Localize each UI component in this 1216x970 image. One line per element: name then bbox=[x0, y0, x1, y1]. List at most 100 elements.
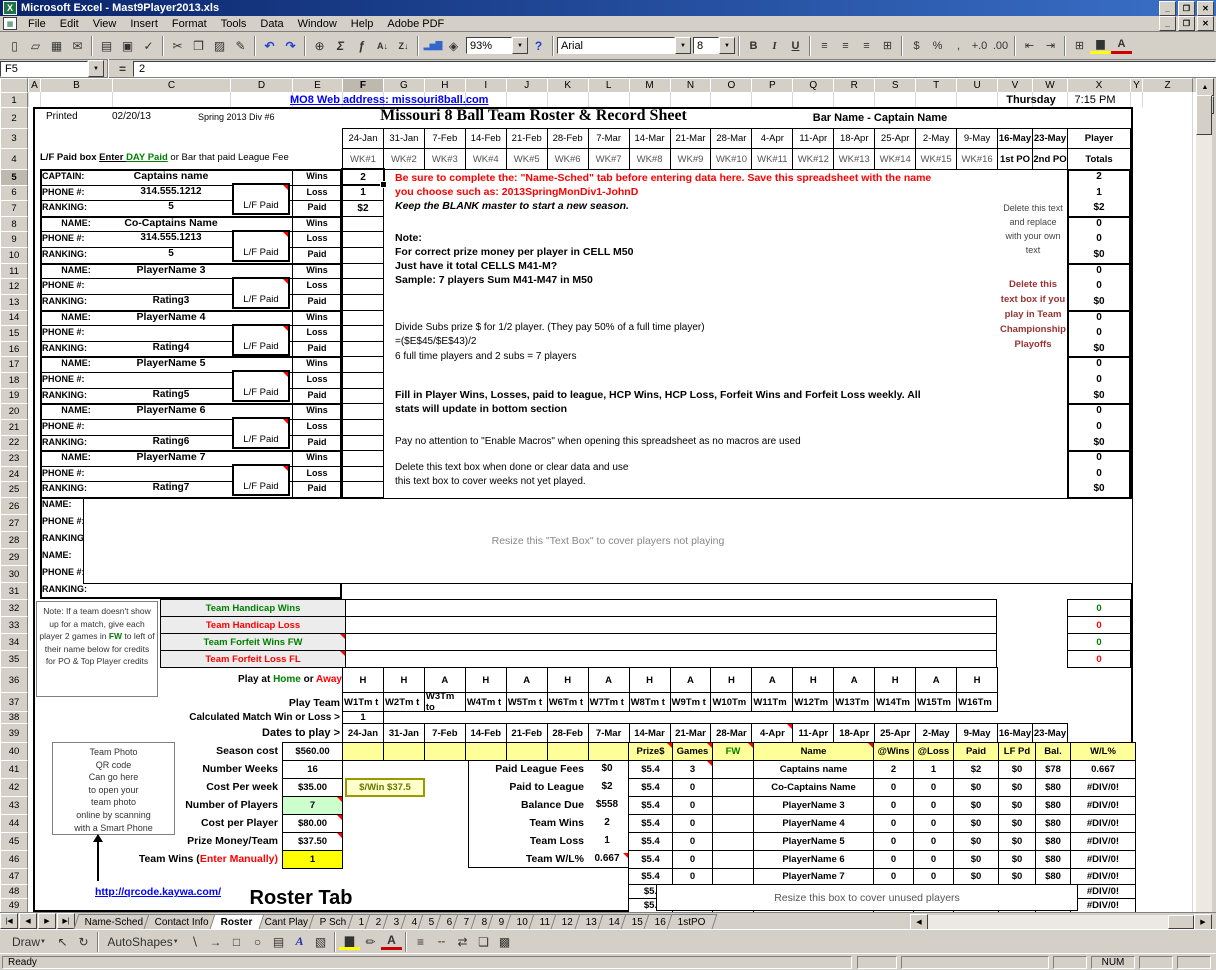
roster-table-cell[interactable] bbox=[712, 760, 754, 779]
sheet-tab-1stpo[interactable]: 1stPO bbox=[667, 914, 718, 929]
roster-table-cell[interactable]: 0 bbox=[913, 796, 954, 815]
column-header-J[interactable]: J bbox=[506, 78, 548, 93]
play-team-cell[interactable]: W11Tm bbox=[751, 692, 793, 712]
row-header-21[interactable]: 21 bbox=[0, 419, 28, 436]
column-header-Q[interactable]: Q bbox=[792, 78, 834, 93]
roster-table-cell[interactable]: $0 bbox=[998, 814, 1036, 833]
column-header-G[interactable]: G bbox=[383, 78, 425, 93]
autoshapes-menu-button[interactable]: AutoShapes▼ bbox=[102, 932, 184, 952]
games-week-cell[interactable] bbox=[342, 742, 384, 761]
roster-table-cell[interactable]: 0 bbox=[913, 778, 954, 797]
roster-table-cell[interactable]: $0 bbox=[953, 778, 999, 797]
home-away-cell[interactable]: H bbox=[874, 667, 916, 693]
lf-paid-box[interactable]: L/F Paid bbox=[232, 230, 290, 262]
week-entry-cell[interactable] bbox=[342, 388, 384, 405]
last-sheet-button[interactable]: ▶| bbox=[57, 913, 75, 929]
week-entry-cell[interactable] bbox=[342, 356, 384, 373]
games-week-cell[interactable] bbox=[465, 742, 507, 761]
row-header-13[interactable]: 13 bbox=[0, 294, 28, 311]
roster-table-cell[interactable]: $80 bbox=[1035, 796, 1071, 815]
row-header-45[interactable]: 45 bbox=[0, 832, 28, 851]
roster-table-cell[interactable]: Co-Captains Name bbox=[753, 778, 874, 797]
home-away-cell[interactable]: A bbox=[506, 667, 548, 693]
open-icon[interactable]: ▱ bbox=[25, 36, 46, 56]
week-entry-cell[interactable] bbox=[342, 481, 384, 498]
roster-table-cell[interactable]: $78 bbox=[1035, 760, 1071, 779]
cost-value-cell[interactable]: $560.00 bbox=[282, 742, 343, 761]
roster-table-cell[interactable]: $5.4 bbox=[628, 868, 673, 885]
selected-cell-F5[interactable] bbox=[341, 168, 385, 186]
roster-table-cell[interactable]: $0 bbox=[953, 868, 999, 885]
column-header-D[interactable]: D bbox=[230, 78, 293, 93]
row-header-5[interactable]: 5 bbox=[0, 169, 28, 186]
text-box-icon[interactable]: ▤ bbox=[268, 932, 289, 952]
roster-table-cell[interactable]: $2 bbox=[953, 760, 999, 779]
vertical-scrollbar[interactable]: ▲▼ bbox=[1196, 78, 1212, 912]
play-team-cell[interactable]: W5Tm t bbox=[506, 692, 548, 712]
menu-data[interactable]: Data bbox=[253, 17, 290, 31]
hyperlink-icon[interactable]: ⊕ bbox=[309, 36, 330, 56]
chart-wizard-icon[interactable]: ▂▅▇ bbox=[422, 36, 443, 56]
column-header-T[interactable]: T bbox=[915, 78, 957, 93]
currency-style-button[interactable]: $ bbox=[906, 36, 927, 56]
team-stat-strip[interactable] bbox=[345, 616, 997, 634]
row-header-20[interactable]: 20 bbox=[0, 403, 28, 420]
arrow-style-icon[interactable]: ⇄ bbox=[452, 932, 473, 952]
row-header-35[interactable]: 35 bbox=[0, 650, 28, 668]
home-away-cell[interactable]: A bbox=[833, 667, 875, 693]
week-entry-cell[interactable] bbox=[342, 216, 384, 233]
row-header-7[interactable]: 7 bbox=[0, 200, 28, 217]
roster-table-cell[interactable]: 0 bbox=[873, 832, 914, 851]
week-entry-cell[interactable] bbox=[342, 278, 384, 295]
scroll-up-button[interactable]: ▲ bbox=[1196, 78, 1214, 96]
roster-table-cell[interactable]: $0 bbox=[953, 796, 999, 815]
oval-icon[interactable]: ○ bbox=[247, 932, 268, 952]
horizontal-scrollbar[interactable]: ◀▶ bbox=[910, 914, 1212, 929]
new-icon[interactable]: ▯ bbox=[4, 36, 25, 56]
underline-button[interactable]: U bbox=[785, 36, 806, 56]
play-team-cell[interactable]: W7Tm t bbox=[588, 692, 630, 712]
week-entry-cell[interactable] bbox=[342, 372, 384, 389]
cut-icon[interactable]: ✂ bbox=[167, 36, 188, 56]
week-entry-cell[interactable] bbox=[342, 310, 384, 327]
week-entry-cell[interactable] bbox=[342, 231, 384, 248]
paste-function-icon[interactable]: ƒ bbox=[351, 36, 372, 56]
row-header-30[interactable]: 30 bbox=[0, 565, 28, 583]
menu-edit[interactable]: Edit bbox=[53, 17, 86, 31]
sort-ascending-icon[interactable]: A↓ bbox=[372, 36, 393, 56]
name-box-dropdown-icon[interactable]: ▼ bbox=[88, 60, 104, 77]
roster-table-cell[interactable]: $80 bbox=[1035, 832, 1071, 851]
arrow-icon[interactable]: → bbox=[205, 932, 226, 952]
formula-input[interactable]: 2 bbox=[133, 61, 1216, 77]
row-header-8[interactable]: 8 bbox=[0, 216, 28, 233]
row-header-49[interactable]: 49 bbox=[0, 898, 28, 913]
games-week-cell[interactable] bbox=[383, 742, 425, 761]
drawing-icon[interactable]: ◈ bbox=[443, 36, 464, 56]
play-team-cell[interactable]: W14Tm bbox=[874, 692, 916, 712]
undo-icon[interactable]: ↶ bbox=[259, 36, 280, 56]
row-header-48[interactable]: 48 bbox=[0, 884, 28, 899]
dash-style-icon[interactable]: ╌ bbox=[431, 932, 452, 952]
column-header-R[interactable]: R bbox=[833, 78, 875, 93]
row-header-11[interactable]: 11 bbox=[0, 263, 28, 280]
row-header-44[interactable]: 44 bbox=[0, 814, 28, 833]
line-style-icon[interactable]: ≡ bbox=[410, 932, 431, 952]
row-header-3[interactable]: 3 bbox=[0, 128, 28, 149]
vscroll-thumb[interactable] bbox=[1196, 95, 1212, 135]
column-header-U[interactable]: U bbox=[956, 78, 998, 93]
row-header-37[interactable]: 37 bbox=[0, 692, 28, 712]
email-icon[interactable]: ✉ bbox=[67, 36, 88, 56]
zoom-select[interactable]: 93% bbox=[466, 37, 512, 54]
italic-button[interactable]: I bbox=[764, 36, 785, 56]
column-header-X[interactable]: X bbox=[1067, 78, 1131, 93]
increase-decimal-button[interactable]: +.0 bbox=[969, 36, 990, 56]
first-sheet-button[interactable]: |◀ bbox=[0, 913, 18, 929]
next-sheet-button[interactable]: ▶ bbox=[38, 913, 56, 929]
menu-insert[interactable]: Insert bbox=[123, 17, 165, 31]
week-entry-cell[interactable] bbox=[342, 403, 384, 420]
shadow-icon[interactable]: ❏ bbox=[473, 932, 494, 952]
home-away-cell[interactable]: H bbox=[465, 667, 507, 693]
roster-table-cell[interactable]: $80 bbox=[1035, 778, 1071, 797]
borders-button[interactable]: ⊞ bbox=[1069, 36, 1090, 56]
roster-table-cell[interactable]: #DIV/0! bbox=[1070, 832, 1136, 851]
